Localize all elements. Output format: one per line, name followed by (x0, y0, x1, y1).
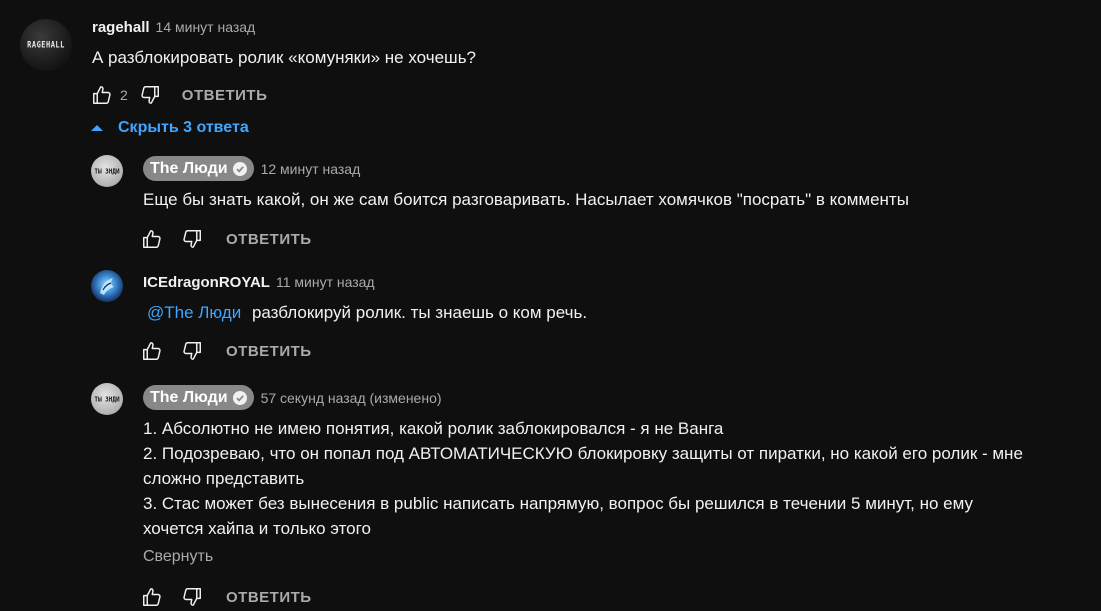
author-chip[interactable]: The Люди (143, 156, 254, 181)
reply-text: разблокируй ролик. ты знаешь о ком речь. (251, 303, 588, 322)
dislike-button[interactable] (180, 339, 204, 363)
thumb-down-icon (181, 228, 203, 250)
chevron-up-icon (91, 125, 103, 131)
reply-timestamp[interactable]: 11 минут назад (276, 274, 375, 290)
reply-header: ICEdragonROYAL 11 минут назад (143, 274, 375, 291)
thumb-up-icon (141, 228, 163, 250)
reply-text-line: сложно представить (143, 469, 305, 488)
dislike-button[interactable] (138, 83, 162, 107)
comment-timestamp[interactable]: 14 минут назад (156, 19, 256, 35)
verified-icon (232, 390, 247, 405)
thumb-up-icon (141, 340, 163, 362)
like-count: 2 (120, 87, 128, 103)
thumb-up-icon (141, 586, 163, 608)
reply-text-line: 2. Подозреваю, что он попал под АВТОМАТИ… (143, 444, 1023, 463)
reply-author: The Люди (150, 159, 228, 177)
comment-header: ragehall 14 минут назад (92, 19, 255, 36)
reply-text-line: 3. Стас может без вынесения в public нап… (143, 494, 974, 513)
avatar-logo-text: ТЫ ЗНДИ (94, 166, 120, 176)
avatar[interactable]: ТЫ ЗНДИ (91, 383, 123, 415)
thumb-up-icon (91, 84, 113, 106)
mention-link[interactable]: @The Люди (147, 303, 241, 322)
dragon-icon (100, 278, 114, 295)
like-button[interactable] (140, 339, 164, 363)
reply-header: The Люди 12 минут назад (143, 156, 360, 181)
dislike-button[interactable] (180, 227, 204, 251)
reply-author[interactable]: ICEdragonROYAL (143, 274, 270, 291)
dislike-button[interactable] (180, 585, 204, 609)
thumb-down-icon (139, 84, 161, 106)
reply-text: Еще бы знать какой, он же сам боится раз… (143, 190, 909, 209)
verified-icon (232, 161, 247, 176)
reply-button[interactable]: ОТВЕТИТЬ (226, 343, 312, 360)
reply-button[interactable]: ОТВЕТИТЬ (226, 231, 312, 248)
reply-author: The Люди (150, 388, 228, 406)
like-button[interactable] (90, 83, 114, 107)
reply-timestamp[interactable]: 57 секунд назад (изменено) (261, 390, 442, 406)
like-button[interactable] (140, 227, 164, 251)
avatar[interactable]: ТЫ ЗНДИ (91, 155, 123, 187)
reply-actions: ОТВЕТИТЬ (140, 585, 312, 609)
reply-actions: ОТВЕТИТЬ (140, 227, 312, 251)
avatar[interactable] (91, 270, 123, 302)
comment-actions: 2 ОТВЕТИТЬ (90, 83, 267, 107)
reply-button[interactable]: ОТВЕТИТЬ (226, 589, 312, 606)
reply-header: The Люди 57 секунд назад (изменено) (143, 385, 442, 410)
reply-text-line: 1. Абсолютно не имею понятия, какой роли… (143, 419, 724, 438)
reply-timestamp[interactable]: 12 минут назад (261, 161, 361, 177)
avatar[interactable]: RAGEHALL (20, 19, 72, 71)
reply-button[interactable]: ОТВЕТИТЬ (182, 87, 268, 104)
collapse-button[interactable]: Свернуть (143, 548, 213, 566)
thumb-down-icon (181, 340, 203, 362)
thumb-down-icon (181, 586, 203, 608)
like-button[interactable] (140, 585, 164, 609)
hide-replies-button[interactable]: Скрыть 3 ответа (90, 119, 249, 137)
comment-author[interactable]: ragehall (92, 19, 150, 36)
reply-text-line: @The Люди разблокируй ролик. ты знаешь о… (147, 300, 587, 325)
comment-text: А разблокировать ролик «комуняки» не хоч… (92, 48, 477, 67)
reply-text-line: хочется хайпа и только этого (143, 519, 371, 538)
reply-actions: ОТВЕТИТЬ (140, 339, 312, 363)
avatar-logo-text: RAGEHALL (27, 39, 65, 51)
avatar-logo-text: ТЫ ЗНДИ (94, 394, 120, 404)
author-chip[interactable]: The Люди (143, 385, 254, 410)
hide-replies-label: Скрыть 3 ответа (118, 119, 249, 136)
